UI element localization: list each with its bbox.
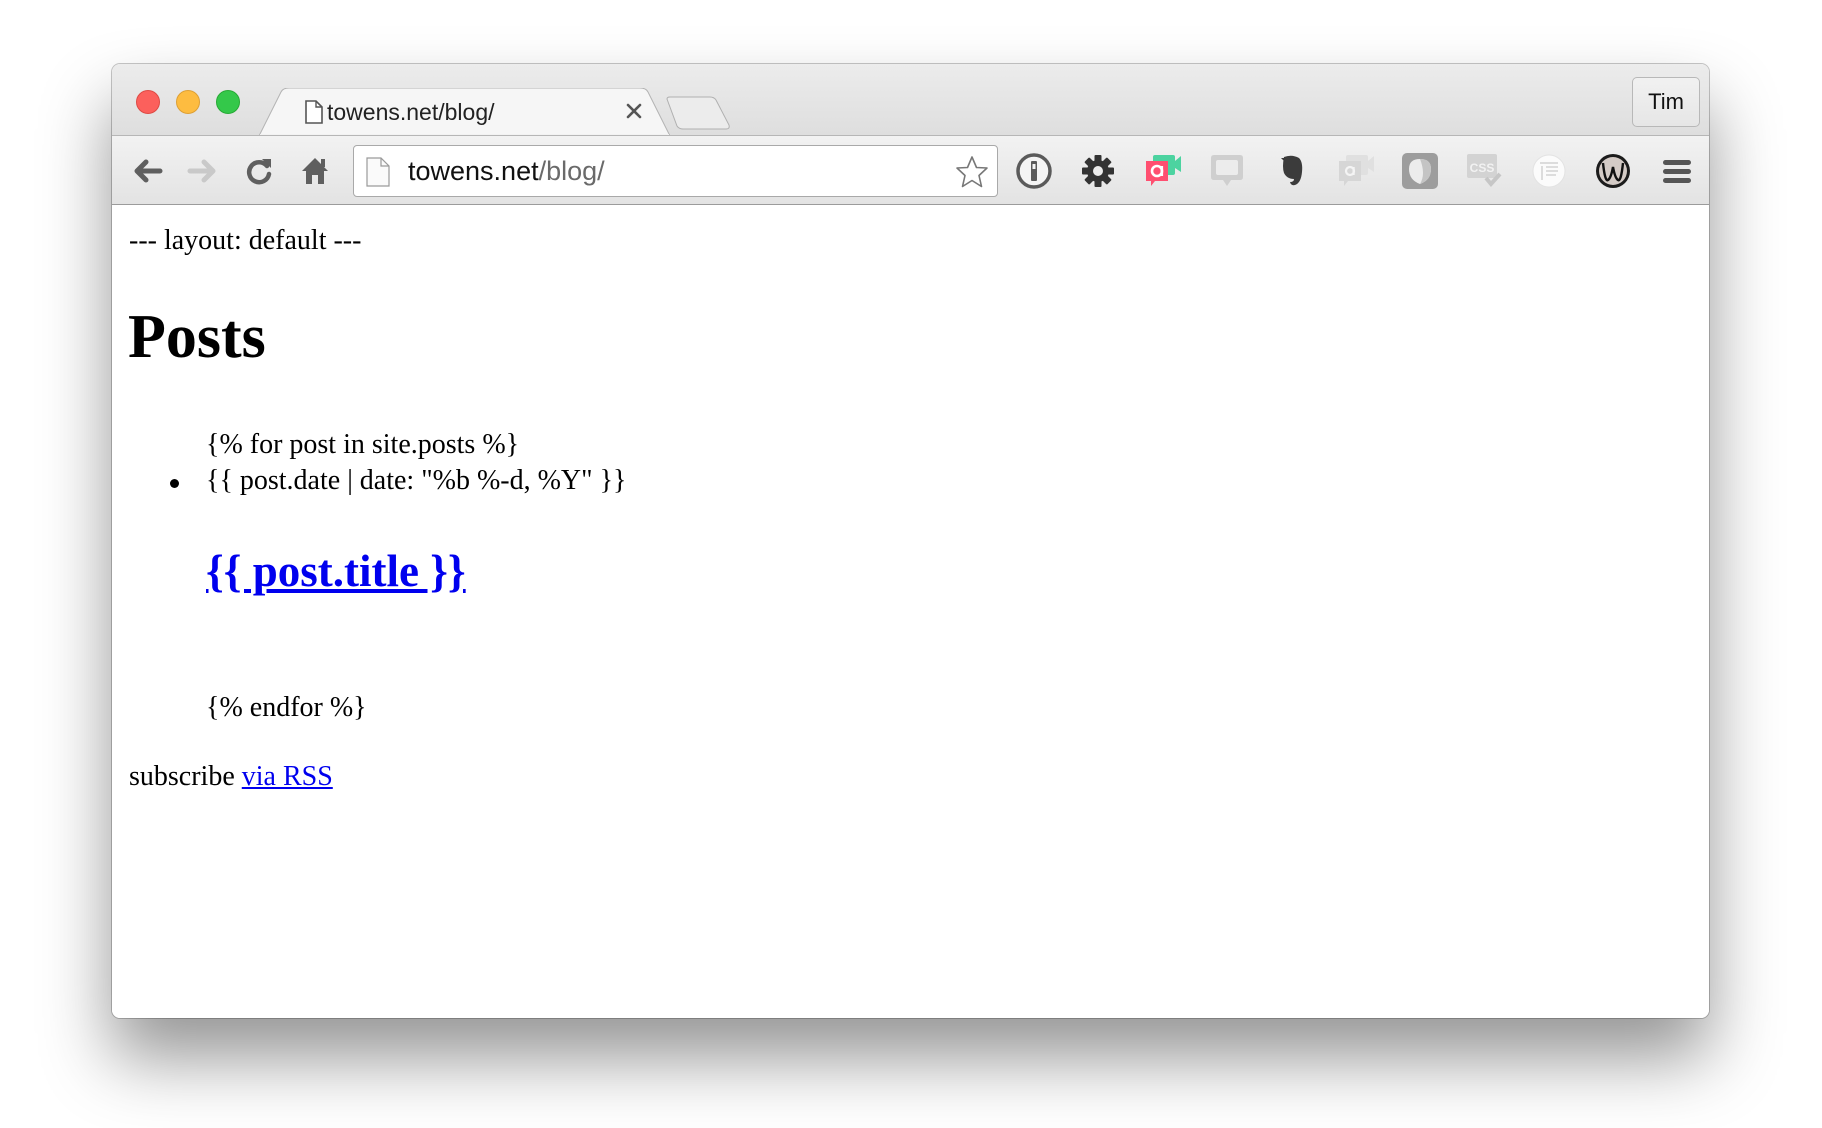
list-bullet — [170, 479, 179, 488]
back-icon[interactable] — [132, 155, 164, 187]
post-title-link[interactable]: {{ post.title }} — [206, 543, 466, 599]
reload-icon[interactable] — [243, 155, 275, 187]
appear-in-icon[interactable] — [1143, 152, 1183, 190]
forward-icon[interactable] — [186, 155, 218, 187]
tab-close-icon[interactable] — [623, 100, 645, 122]
address-bar[interactable]: towens.net/blog/ — [353, 145, 998, 197]
css-validator-icon[interactable]: CSS — [1464, 152, 1504, 190]
rss-link[interactable]: via RSS — [242, 761, 333, 792]
tab-active[interactable]: towens.net/blog/ — [259, 88, 670, 136]
profile-button[interactable]: Tim — [1632, 77, 1700, 127]
minimize-window-button[interactable] — [176, 90, 200, 114]
subscribe-line: subscribe via RSS — [129, 759, 333, 795]
toolbar: towens.net/blog/ CSS — [112, 135, 1709, 205]
home-icon[interactable] — [299, 155, 331, 187]
for-loop-tag: {% for post in site.posts %} — [206, 429, 520, 460]
w-circle-icon[interactable] — [1593, 152, 1633, 190]
subscribe-text: subscribe — [129, 761, 242, 792]
page-heading: Posts — [128, 303, 266, 371]
url-text: towens.net/blog/ — [408, 156, 605, 187]
shield-icon[interactable] — [1400, 152, 1440, 190]
browser-window: towens.net/blog/ Tim towens.net/blog/ CS… — [112, 64, 1709, 1018]
tab-title: towens.net/blog/ — [327, 99, 495, 125]
endfor-tag: {% endfor %} — [206, 692, 367, 723]
new-tab-button[interactable] — [665, 96, 731, 130]
close-window-button[interactable] — [136, 90, 160, 114]
front-matter-text: --- layout: default --- — [129, 225, 362, 256]
url-host: towens.net — [408, 156, 539, 186]
zoom-window-button[interactable] — [216, 90, 240, 114]
document-icon — [305, 100, 323, 124]
appear-in-disabled-icon[interactable] — [1336, 152, 1376, 190]
tab-strip: towens.net/blog/ Tim — [112, 64, 1709, 136]
bookmark-star-icon[interactable] — [955, 155, 989, 189]
menu-icon[interactable] — [1657, 152, 1697, 190]
gear-icon[interactable] — [1078, 152, 1118, 190]
chat-bubble-icon[interactable] — [1207, 152, 1247, 190]
url-path: /blog/ — [538, 156, 605, 186]
svg-text:CSS: CSS — [1470, 161, 1495, 175]
post-date-tag: {{ post.date | date: "%b %-d, %Y" }} — [206, 465, 627, 496]
reader-icon[interactable] — [1529, 152, 1569, 190]
page-content: --- layout: default --- Posts {% for pos… — [112, 205, 1709, 1018]
evernote-icon[interactable] — [1272, 152, 1312, 190]
1password-icon[interactable] — [1014, 152, 1054, 190]
page-icon — [366, 157, 390, 187]
